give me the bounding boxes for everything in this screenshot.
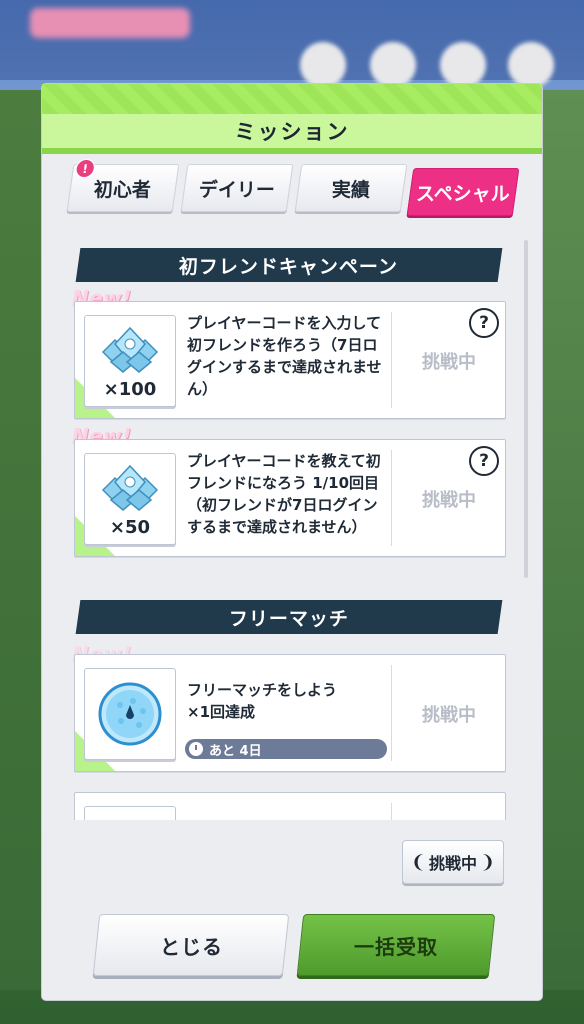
mission-card[interactable] (74, 792, 506, 820)
alert-badge: ! (74, 159, 97, 178)
reward-box (84, 806, 176, 820)
mission-card[interactable]: ×50 プレイヤーコードを教えて初フレンドになろう 1/10回目（初フレンドが7… (74, 439, 506, 557)
close-button[interactable]: とじる (92, 914, 290, 976)
reward-box: ×100 (84, 315, 176, 407)
reward-box: ×50 (84, 453, 176, 545)
tab-achievements[interactable]: 実績 (294, 164, 408, 212)
reward-quantity: ×100 (103, 379, 157, 400)
filter-toggle-button[interactable]: ❨ 挑戦中 ❩ (402, 840, 504, 884)
gem-icon (101, 326, 159, 373)
help-icon[interactable]: ? (469, 446, 499, 476)
gem-icon (101, 464, 159, 511)
section-header-free-match: フリーマッチ (75, 600, 503, 634)
rotate-left-icon: ❨ (410, 851, 426, 873)
mission-status: 挑戦中 (422, 352, 476, 373)
tab-bar: 初心者 ! デイリー 実績 スペシャル (66, 159, 526, 220)
scrollbar[interactable] (524, 240, 528, 578)
reward-quantity: ×50 (109, 517, 151, 538)
mission-status: 挑戦中 (422, 705, 476, 726)
dialog-title: ミッション (42, 114, 542, 148)
mission-list[interactable]: 初フレンドキャンペーン New! ×100 プレイヤーコードを入力して初フレンド… (72, 244, 512, 820)
clock-icon (189, 742, 203, 756)
mission-dialog: ミッション 初心者 ! デイリー 実績 スペシャル 初フレンドキャンペーン Ne… (42, 84, 542, 1000)
mission-card[interactable]: フリーマッチをしよう ×1回達成 あと 4日 挑戦中 (74, 654, 506, 772)
tab-daily[interactable]: デイリー (180, 164, 294, 212)
help-icon[interactable]: ? (469, 308, 499, 338)
reward-box (84, 668, 176, 760)
claim-all-button[interactable]: 一括受取 (296, 914, 496, 976)
title-bar: ミッション (42, 84, 542, 154)
mission-description: フリーマッチをしよう ×1回達成 (187, 681, 338, 721)
golf-ball-icon (98, 682, 162, 746)
mission-description: プレイヤーコードを入力して初フレンドを作ろう（7日ログインするまで達成されません… (187, 314, 382, 398)
time-remaining: あと 4日 (185, 739, 387, 759)
tab-special[interactable]: スペシャル (406, 168, 520, 216)
tab-beginner[interactable]: 初心者 ! (66, 159, 180, 212)
mission-card[interactable]: ×100 プレイヤーコードを入力して初フレンドを作ろう（7日ログインするまで達成… (74, 301, 506, 419)
mission-status: 挑戦中 (422, 490, 476, 511)
section-header-friend-campaign: 初フレンドキャンペーン (75, 248, 503, 282)
rotate-right-icon: ❩ (480, 851, 496, 873)
mission-description: プレイヤーコードを教えて初フレンドになろう 1/10回目（初フレンドが7日ログイ… (187, 452, 381, 536)
